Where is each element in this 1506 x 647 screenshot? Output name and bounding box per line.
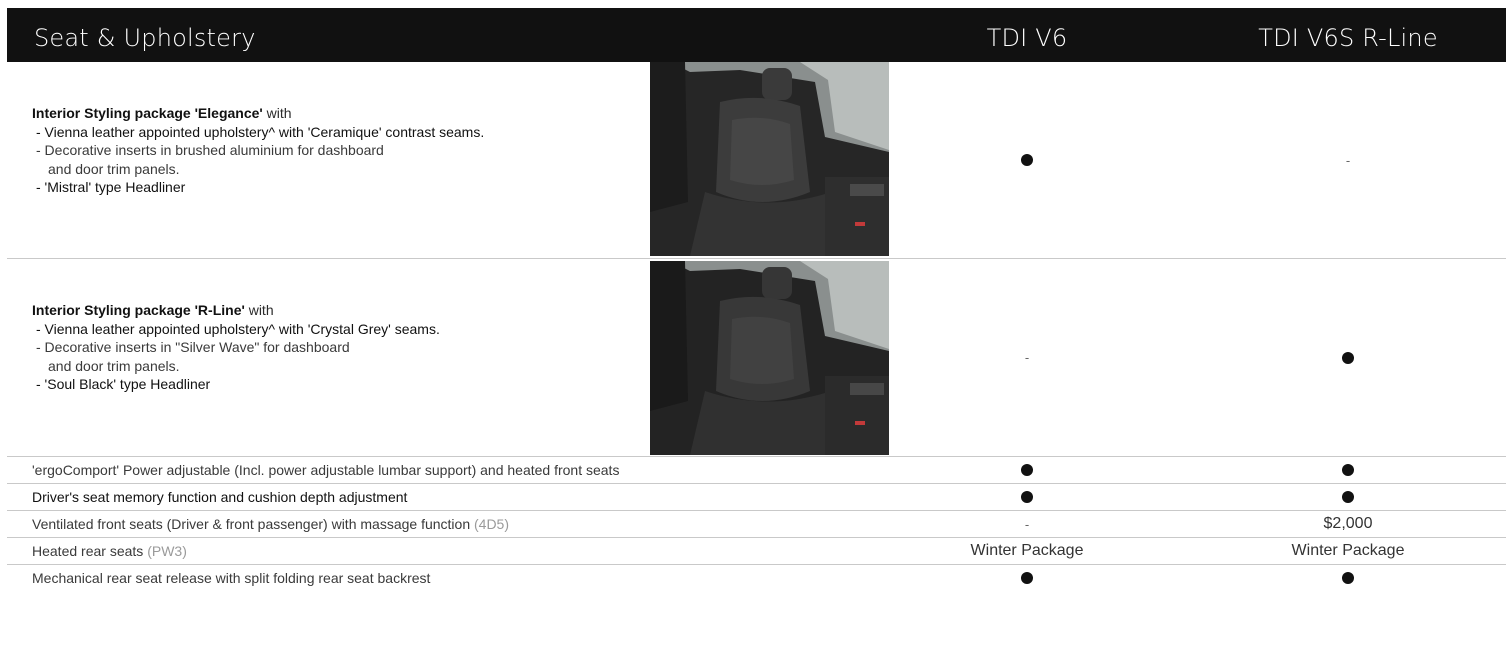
package-feature: - Vienna leather appointed upholstery^ w… [36,123,485,140]
column-header-tdi-v6: TDI V6 [986,24,1068,52]
not-available-dash: - [1024,350,1030,365]
section-title: Seat & Upholstery [34,24,256,52]
spec-cell-tdi-v6 [927,565,1127,591]
included-dot-icon [1021,572,1033,584]
option-code: (4D5) [474,516,510,532]
package-title-line: Interior Styling package 'Elegance' with [32,104,484,123]
spec-label: Ventilated front seats (Driver & front p… [32,511,509,537]
spec-label-text: 'ergoComport' Power adjustable (Incl. po… [32,462,620,478]
package-description: Interior Styling package 'Elegance' with… [32,104,484,197]
package-feature: and door trim panels. [48,357,180,374]
interior-photo-r-line [650,261,889,455]
spec-row-heated-rear-seats: Heated rear seats (PW3) Winter Package W… [7,538,1506,565]
seat-image [650,261,889,455]
spec-label: 'ergoComport' Power adjustable (Incl. po… [32,457,619,483]
included-dot-icon [1021,464,1033,476]
package-feature: - Vienna leather appointed upholstery^ w… [36,320,440,337]
included-dot-icon [1021,154,1033,166]
interior-photo-elegance [650,62,889,256]
spec-label: Driver's seat memory function and cushio… [32,484,407,510]
included-dot-icon [1342,464,1354,476]
package-row-r-line: Interior Styling package 'R-Line' with -… [7,259,1506,457]
spec-cell-tdi-v6s [1255,565,1441,591]
spec-page: Seat & Upholstery TDI V6 TDI V6S R-Line … [7,8,1506,591]
package-cell-tdi-v6s: - [1255,62,1441,258]
package-feature: - Decorative inserts in brushed aluminiu… [36,142,384,158]
package-title-with: with [244,302,274,318]
spec-label-text: Driver's seat memory function and cushio… [32,489,408,505]
spec-cell-tdi-v6 [927,457,1127,483]
package-description: Interior Styling package 'R-Line' with -… [32,301,440,394]
column-header-tdi-v6s-r-line: TDI V6S R-Line [1258,24,1438,52]
package-cell-tdi-v6: - [927,259,1127,456]
spec-label: Mechanical rear seat release with split … [32,565,430,591]
included-dot-icon [1342,351,1354,364]
spec-row-ventilated-seats: Ventilated front seats (Driver & front p… [7,511,1506,538]
spec-cell-tdi-v6s: $2,000 [1255,511,1441,537]
spec-cell-tdi-v6s [1255,457,1441,483]
not-available-dash: - [1024,516,1030,532]
package-name: Winter Package [1291,542,1405,559]
spec-cell-tdi-v6s [1255,484,1441,510]
spec-row-rear-seat-release: Mechanical rear seat release with split … [7,565,1506,591]
package-title-with: with [262,105,292,121]
package-title-line: Interior Styling package 'R-Line' with [32,301,440,320]
spec-label-text: Mechanical rear seat release with split … [32,570,431,586]
included-dot-icon [1342,491,1354,503]
not-available-dash: - [1345,152,1351,168]
table-header: Seat & Upholstery TDI V6 TDI V6S R-Line [7,8,1506,62]
included-dot-icon [1342,572,1354,584]
spec-cell-tdi-v6 [927,484,1127,510]
spec-cell-tdi-v6: Winter Package [927,538,1127,564]
spec-label: Heated rear seats (PW3) [32,538,187,564]
package-feature: - Decorative inserts in "Silver Wave" fo… [36,339,350,355]
included-dot-icon [1021,491,1033,503]
option-price: $2,000 [1323,515,1373,532]
package-title: Interior Styling package 'R-Line' [32,302,245,318]
package-feature: - 'Mistral' type Headliner [36,179,186,195]
package-feature: - 'Soul Black' type Headliner [36,376,211,392]
package-cell-tdi-v6s [1255,259,1441,456]
spec-label-text: Heated rear seats [32,543,144,559]
seat-image [650,62,889,256]
package-title: Interior Styling package 'Elegance' [32,105,263,121]
spec-label-text: Ventilated front seats (Driver & front p… [32,516,471,532]
option-code: (PW3) [147,543,187,559]
package-name: Winter Package [970,542,1084,559]
package-row-elegance: Interior Styling package 'Elegance' with… [7,62,1506,259]
package-feature: and door trim panels. [48,160,180,177]
spec-row-memory-function: Driver's seat memory function and cushio… [7,484,1506,511]
spec-row-ergocomfort: 'ergoComport' Power adjustable (Incl. po… [7,457,1506,484]
package-cell-tdi-v6 [927,62,1127,258]
spec-cell-tdi-v6s: Winter Package [1255,538,1441,564]
spec-cell-tdi-v6: - [927,511,1127,537]
